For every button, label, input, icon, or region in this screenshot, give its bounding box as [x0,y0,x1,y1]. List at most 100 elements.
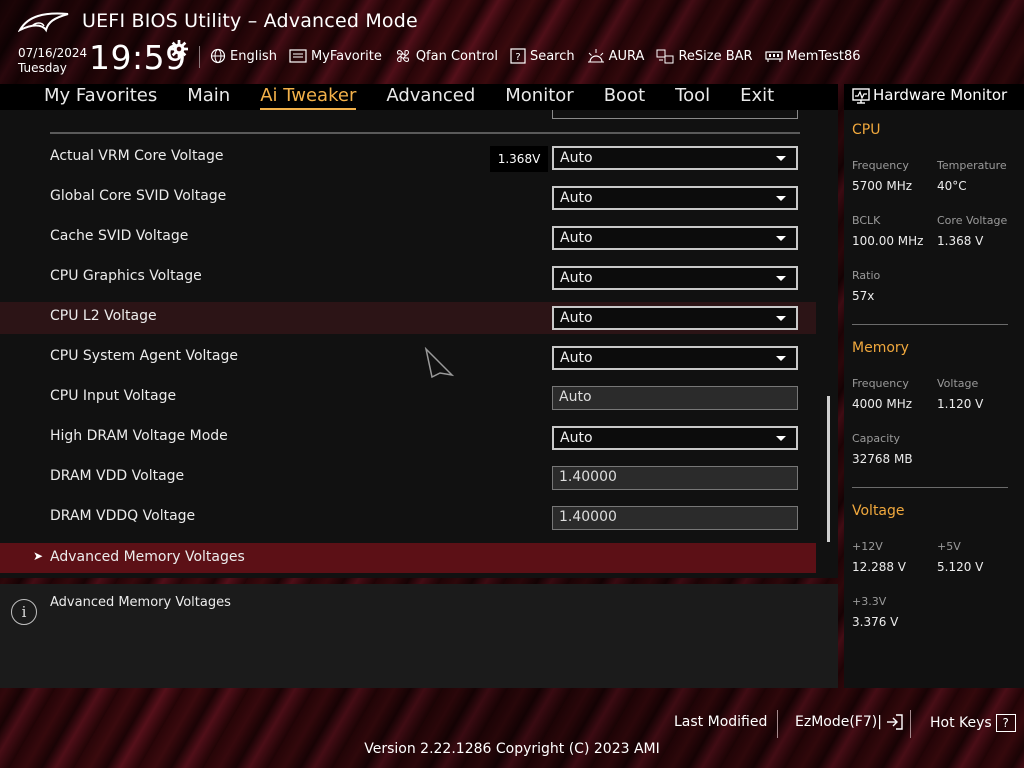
tab-my-favorites[interactable]: My Favorites [44,84,157,110]
setting-row-cpu-graphics-voltage[interactable]: CPU Graphics Voltage Auto [0,262,816,294]
header-bar: UEFI BIOS Utility – Advanced Mode 07/16/… [0,0,1024,84]
setting-row-high-dram-voltage-mode[interactable]: High DRAM Voltage Mode Auto [0,422,816,454]
cache-svid-voltage-select[interactable]: Auto [552,226,798,250]
myfavorite-button[interactable]: MyFavorite [289,49,382,64]
setting-row-cache-svid-voltage[interactable]: Cache SVID Voltage Auto [0,222,816,254]
globe-icon [210,48,226,64]
language-button[interactable]: English [210,48,277,64]
v5-value: 5.120 V [937,560,984,574]
cpu-l2-voltage-select[interactable]: Auto [552,306,798,330]
day-text: Tuesday [18,61,67,75]
setting-label: Global Core SVID Voltage [50,188,227,204]
tab-exit[interactable]: Exit [740,84,774,110]
setting-row-cpu-input-voltage: CPU Input Voltage Auto [0,382,816,414]
chevron-down-icon [776,316,786,321]
field-value: Auto [559,389,592,405]
setting-label: CPU Input Voltage [50,388,177,404]
dram-vdd-voltage-input[interactable]: 1.40000 [552,466,798,490]
setting-row-dram-vddq-voltage[interactable]: DRAM VDDQ Voltage 1.40000 [0,502,816,534]
submenu-label: Advanced Memory Voltages [50,549,245,565]
setting-label: Cache SVID Voltage [50,228,189,244]
setting-row-actual-vrm-core-voltage[interactable]: Actual VRM Core Voltage 1.368V Auto [0,142,816,174]
memtest86-button[interactable]: MemTest86 [764,48,861,64]
memtest-icon [764,51,783,62]
ezmode-button[interactable]: EzMode(F7)| [795,714,904,730]
ezmode-label: EzMode(F7)| [795,714,882,730]
memory-capacity-value: 32768 MB [852,452,913,466]
high-dram-voltage-mode-select[interactable]: Auto [552,426,798,450]
app-title: UEFI BIOS Utility – Advanced Mode [82,10,418,32]
tab-boot[interactable]: Boot [604,84,645,110]
v5-label: +5V [937,540,961,553]
setting-row-cpu-l2-voltage[interactable]: CPU L2 Voltage Auto [0,302,816,334]
select-value: Auto [560,230,593,246]
tab-monitor[interactable]: Monitor [505,84,573,110]
core-voltage-value: 1.368 V [937,234,984,248]
search-button[interactable]: ? Search [510,48,575,64]
favorite-icon [289,49,307,63]
aura-icon [587,49,604,63]
section-rule [852,324,1008,325]
global-core-svid-voltage-select[interactable]: Auto [552,186,798,210]
toolbar: English MyFavorite Qfan Control ? Search… [210,46,873,66]
memory-frequency-value: 4000 MHz [852,397,913,411]
submenu-advanced-memory-voltages[interactable]: ➤ Advanced Memory Voltages [0,543,816,573]
bclk-value: 100.00 MHz [852,234,924,248]
chevron-down-icon [776,196,786,201]
hardware-monitor-panel: CPU Frequency Temperature 5700 MHz 40°C … [844,110,1024,688]
myfavorite-label: MyFavorite [310,48,382,64]
setting-row-cpu-system-agent-voltage[interactable]: CPU System Agent Voltage Auto [0,342,816,374]
gear-icon[interactable] [170,40,188,58]
footer-bar: Last Modified EzMode(F7)| Hot Keys? Vers… [0,688,1024,768]
search-label: Search [529,48,575,64]
tab-main[interactable]: Main [187,84,230,110]
exit-arrow-icon [887,714,904,730]
actual-vrm-core-voltage-select[interactable]: Auto [552,146,798,170]
setting-row-dram-vdd-voltage[interactable]: DRAM VDD Voltage 1.40000 [0,462,816,494]
resize-bar-button[interactable]: ReSize BAR [656,48,753,64]
section-rule [852,487,1008,488]
language-label: English [230,48,277,64]
chevron-right-icon: ➤ [33,549,44,563]
memory-frequency-label: Frequency [852,377,909,390]
tab-ai-tweaker[interactable]: Ai Tweaker [260,84,357,110]
info-icon: i [11,599,37,625]
cpu-frequency-label: Frequency [852,159,909,172]
core-voltage-label: Core Voltage [937,214,1008,227]
select-value: Auto [560,190,593,206]
qfan-control-button[interactable]: Qfan Control [394,47,498,65]
setting-label: DRAM VDDQ Voltage [50,508,196,524]
cpu-system-agent-voltage-select[interactable]: Auto [552,346,798,370]
setting-row-global-core-svid-voltage[interactable]: Global Core SVID Voltage Auto [0,182,816,214]
main-nav: My Favorites Main Ai Tweaker Advanced Mo… [0,84,838,110]
cpu-input-voltage-field: Auto [552,386,798,410]
setting-label: CPU Graphics Voltage [50,268,202,284]
tab-tool[interactable]: Tool [675,84,710,110]
setting-label: High DRAM Voltage Mode [50,428,228,444]
v12-label: +12V [852,540,883,553]
search-help-icon: ? [510,48,526,64]
mouse-cursor-icon [424,347,454,379]
resize-bar-icon [656,49,674,64]
last-modified-button[interactable]: Last Modified [674,714,767,730]
tab-advanced[interactable]: Advanced [386,84,475,110]
input-value: 1.40000 [559,509,617,525]
setting-label: Actual VRM Core Voltage [50,148,224,164]
chevron-down-icon [776,236,786,241]
cpu-frequency-value: 5700 MHz [852,179,913,193]
memory-voltage-value: 1.120 V [937,397,984,411]
aura-button[interactable]: AURA [587,48,644,64]
memory-heading: Memory [852,340,909,356]
hot-keys-button[interactable]: Hot Keys? [930,714,1016,732]
scrollbar-thumb[interactable] [827,396,830,542]
cpu-graphics-voltage-select[interactable]: Auto [552,266,798,290]
select-value: Auto [560,350,593,366]
v33-label: +3.3V [852,595,887,608]
v33-value: 3.376 V [852,615,899,629]
cpu-heading: CPU [852,122,881,138]
dram-vddq-voltage-input[interactable]: 1.40000 [552,506,798,530]
monitor-icon [852,88,870,104]
memtest86-label: MemTest86 [786,48,861,64]
rog-logo-icon [18,12,69,33]
bclk-label: BCLK [852,214,881,227]
